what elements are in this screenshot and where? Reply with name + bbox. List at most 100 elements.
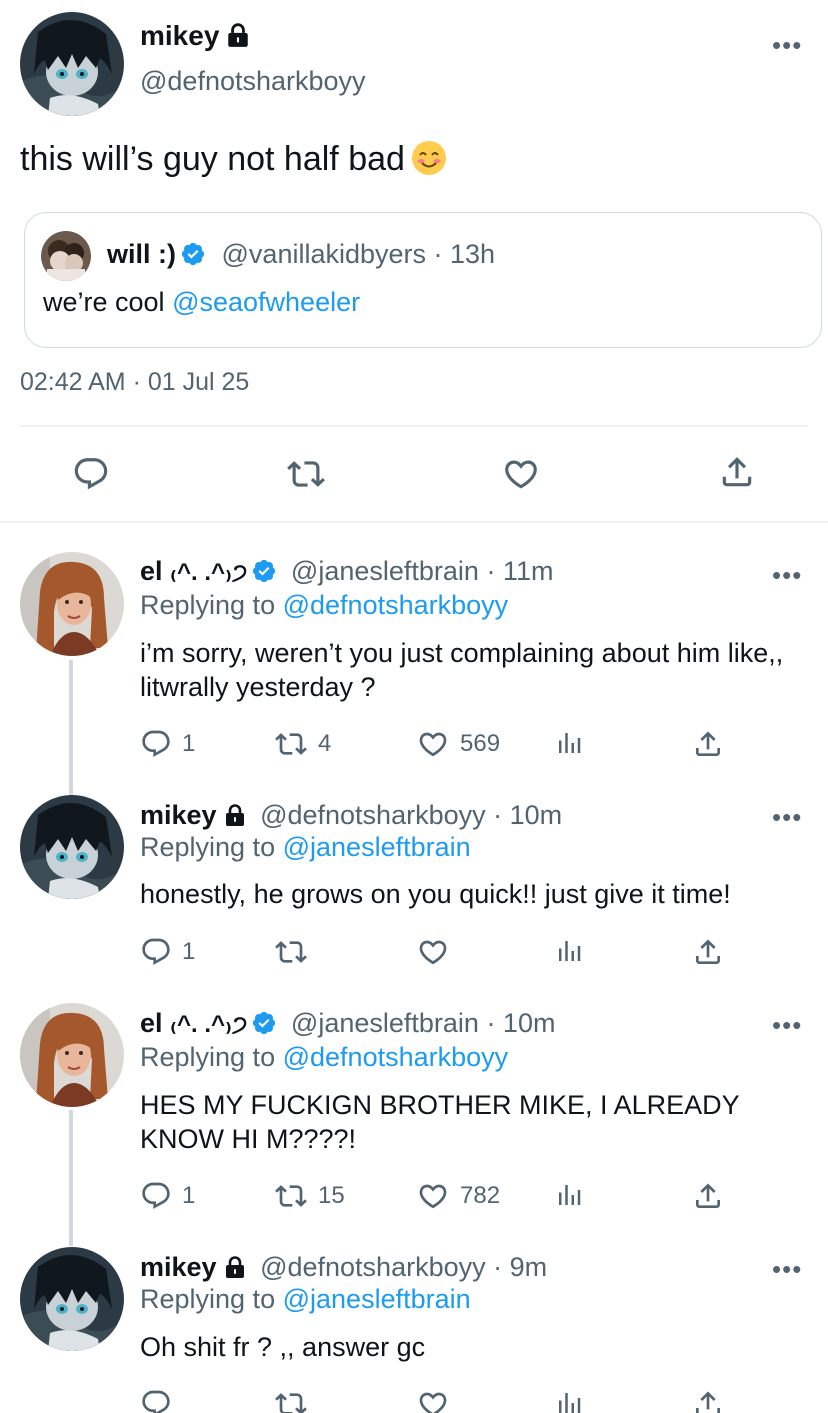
author-handle[interactable]: @defnotsharkboyy bbox=[260, 800, 486, 830]
quoted-author-name: will :) bbox=[107, 239, 176, 269]
reply-count: 1 bbox=[182, 938, 196, 965]
tweet-time: · 11m bbox=[486, 556, 554, 586]
analytics-button[interactable] bbox=[554, 936, 584, 966]
mention-link[interactable]: @seaofwheeler bbox=[172, 287, 360, 317]
author-name[interactable]: el bbox=[140, 1008, 163, 1038]
reply-button[interactable]: 1 bbox=[140, 936, 195, 968]
reply-count: 1 bbox=[182, 730, 196, 757]
smiling-emoji-icon bbox=[411, 141, 446, 175]
more-icon[interactable]: ••• bbox=[772, 560, 802, 591]
mention-link[interactable]: @defnotsharkboyy bbox=[283, 590, 509, 620]
reply-actions bbox=[140, 1388, 820, 1413]
analytics-button[interactable] bbox=[554, 728, 584, 758]
like-button[interactable]: 569 bbox=[416, 728, 500, 760]
avatar-mikey[interactable] bbox=[20, 795, 124, 899]
more-icon[interactable]: ••• bbox=[772, 1254, 802, 1285]
tweet-timestamp[interactable]: 02:42 AM · 01 Jul 25 bbox=[20, 368, 249, 397]
retweet-button[interactable]: 4 bbox=[274, 728, 331, 760]
mention-link[interactable]: @janesleftbrain bbox=[283, 1284, 471, 1314]
lock-icon bbox=[223, 1255, 247, 1279]
like-button[interactable] bbox=[501, 455, 541, 498]
like-button[interactable] bbox=[416, 1388, 450, 1413]
reply-text: HES MY FUCKIGN BROTHER MIKE, I ALREADY K… bbox=[140, 1090, 740, 1154]
author-handle[interactable]: @defnotsharkboyy bbox=[140, 66, 366, 97]
retweet-icon bbox=[274, 1388, 308, 1413]
like-icon bbox=[416, 728, 450, 760]
reply-button[interactable] bbox=[72, 455, 110, 498]
avatar-will bbox=[41, 231, 91, 281]
avatar-el[interactable] bbox=[20, 1003, 124, 1107]
share-button[interactable] bbox=[692, 1180, 724, 1212]
like-icon bbox=[416, 1180, 450, 1212]
author-handle[interactable]: @janesleftbrain bbox=[291, 556, 479, 586]
reply-button[interactable]: 1 bbox=[140, 1180, 195, 1212]
replying-to: Replying to @defnotsharkboyy bbox=[140, 1042, 509, 1072]
reply-text: honestly, he grows on you quick!! just g… bbox=[140, 879, 731, 909]
analytics-icon bbox=[554, 1388, 584, 1413]
quoted-author-handle: @vanillakidbyers bbox=[221, 239, 427, 269]
lock-icon bbox=[225, 22, 251, 48]
tweet-time: · 9m bbox=[493, 1252, 548, 1282]
reply-icon bbox=[140, 1388, 172, 1413]
like-button[interactable] bbox=[416, 936, 460, 968]
share-icon bbox=[692, 936, 724, 968]
like-icon bbox=[416, 1388, 450, 1413]
share-button[interactable] bbox=[692, 1388, 724, 1413]
author-handle[interactable]: @defnotsharkboyy bbox=[260, 1252, 486, 1282]
quoted-tweet[interactable]: will :) @vanillakidbyers · 13h we’re coo… bbox=[24, 212, 822, 348]
reply-text: i’m sorry, weren’t you just complaining … bbox=[140, 638, 784, 702]
share-icon bbox=[692, 728, 724, 760]
reply-icon bbox=[140, 936, 172, 968]
verified-badge-icon bbox=[251, 558, 277, 584]
like-count: 569 bbox=[460, 730, 501, 757]
avatar-mikey[interactable] bbox=[20, 12, 124, 116]
author-name[interactable]: mikey bbox=[140, 20, 251, 52]
replying-to: Replying to @defnotsharkboyy bbox=[140, 590, 509, 620]
reply-header: mikey @defnotsharkboyy · 9m bbox=[140, 1252, 547, 1283]
author-name[interactable]: mikey bbox=[140, 1252, 217, 1282]
share-button[interactable] bbox=[692, 728, 724, 760]
more-icon[interactable]: ••• bbox=[772, 802, 802, 833]
author-name-kaomoji: ₍^. .^₎੭ bbox=[170, 1011, 248, 1038]
author-name[interactable]: el bbox=[140, 556, 163, 586]
reply-actions: 1 15 782 bbox=[140, 1180, 820, 1214]
reply-button[interactable] bbox=[140, 1388, 172, 1413]
mention-link[interactable]: @janesleftbrain bbox=[283, 832, 471, 862]
more-icon[interactable]: ••• bbox=[772, 1010, 802, 1041]
author-handle[interactable]: @janesleftbrain bbox=[291, 1008, 479, 1038]
retweet-button[interactable]: 15 bbox=[274, 1180, 345, 1212]
like-icon bbox=[501, 455, 541, 493]
avatar-el[interactable] bbox=[20, 552, 124, 656]
retweet-icon bbox=[274, 936, 308, 968]
author-name[interactable]: mikey bbox=[140, 800, 217, 830]
retweet-button[interactable] bbox=[274, 936, 318, 968]
reply-header: el ₍^. .^₎੭ @janesleftbrain · 10m bbox=[140, 1008, 555, 1039]
tweet-time: · 10m bbox=[486, 1008, 556, 1038]
retweet-icon bbox=[286, 455, 326, 493]
divider bbox=[0, 521, 828, 523]
more-icon[interactable]: ••• bbox=[772, 30, 802, 61]
tweet-text: this will’s guy not half bad bbox=[20, 140, 447, 179]
share-button[interactable] bbox=[718, 453, 756, 496]
quoted-tweet-text: we’re cool @seaofwheeler bbox=[43, 287, 361, 317]
retweet-icon bbox=[274, 728, 308, 760]
analytics-button[interactable] bbox=[554, 1388, 584, 1413]
reply-text: Oh shit fr ? ,, answer gc bbox=[140, 1332, 426, 1362]
reply-header: mikey @defnotsharkboyy · 10m bbox=[140, 800, 562, 831]
mention-link[interactable]: @defnotsharkboyy bbox=[283, 1042, 509, 1072]
analytics-button[interactable] bbox=[554, 1180, 584, 1210]
like-button[interactable]: 782 bbox=[416, 1180, 500, 1212]
retweet-button[interactable] bbox=[274, 1388, 308, 1413]
share-button[interactable] bbox=[692, 936, 724, 968]
reply-button[interactable]: 1 bbox=[140, 728, 195, 760]
retweet-button[interactable] bbox=[286, 455, 326, 498]
retweet-icon bbox=[274, 1180, 308, 1212]
reply-header: el ₍^. .^₎੭ @janesleftbrain · 11m bbox=[140, 556, 553, 587]
retweet-count: 15 bbox=[318, 1182, 345, 1209]
tweet-time: · 10m bbox=[493, 800, 563, 830]
divider bbox=[20, 425, 808, 427]
quoted-tweet-header: will :) @vanillakidbyers · 13h bbox=[107, 239, 495, 270]
reply-icon bbox=[140, 728, 172, 760]
avatar-mikey[interactable] bbox=[20, 1247, 124, 1351]
reply-actions: 1 4 569 bbox=[140, 728, 820, 762]
